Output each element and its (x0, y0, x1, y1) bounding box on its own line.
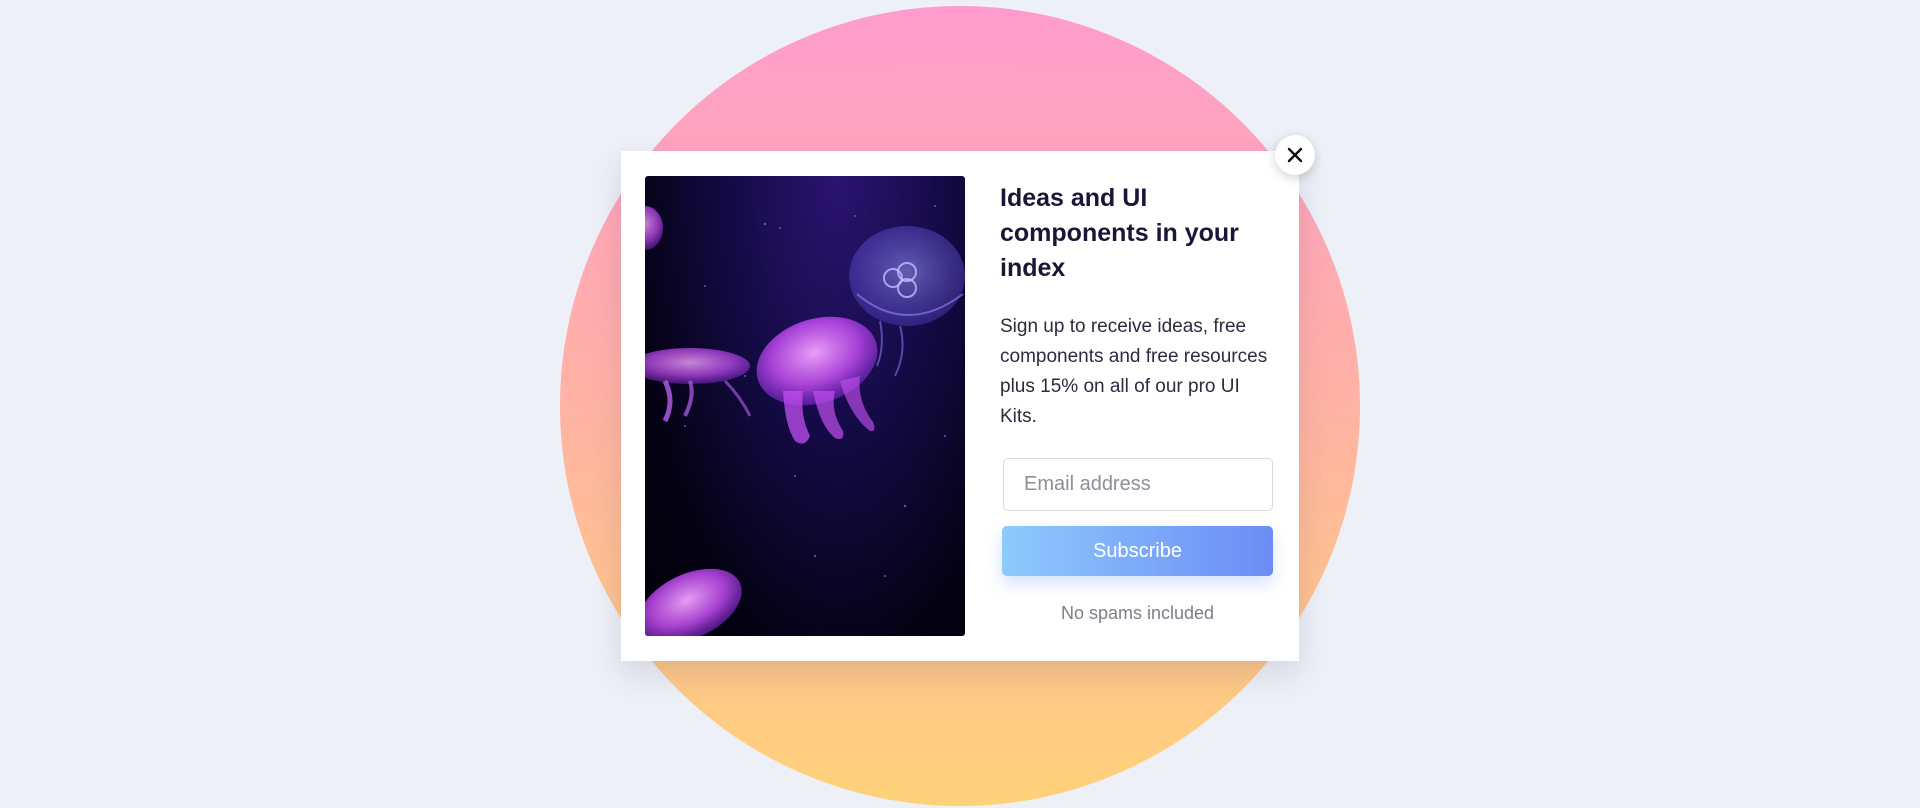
close-icon (1287, 147, 1303, 163)
jellyfish-image (645, 176, 965, 636)
no-spam-note: No spams included (1060, 603, 1215, 623)
modal-title: Ideas and UI components in your index (1000, 184, 1239, 282)
close-button[interactable] (1275, 135, 1315, 175)
page-stage: Ideas and UI components in your index Si… (0, 0, 1920, 808)
modal-description: Sign up to receive ideas, free component… (1000, 316, 1268, 427)
subscribe-button[interactable]: Subscribe (1002, 526, 1273, 576)
modal-content: Ideas and UI components in your index Si… (1000, 181, 1280, 624)
newsletter-modal: Ideas and UI components in your index Si… (621, 151, 1299, 661)
email-input[interactable] (1003, 458, 1273, 511)
